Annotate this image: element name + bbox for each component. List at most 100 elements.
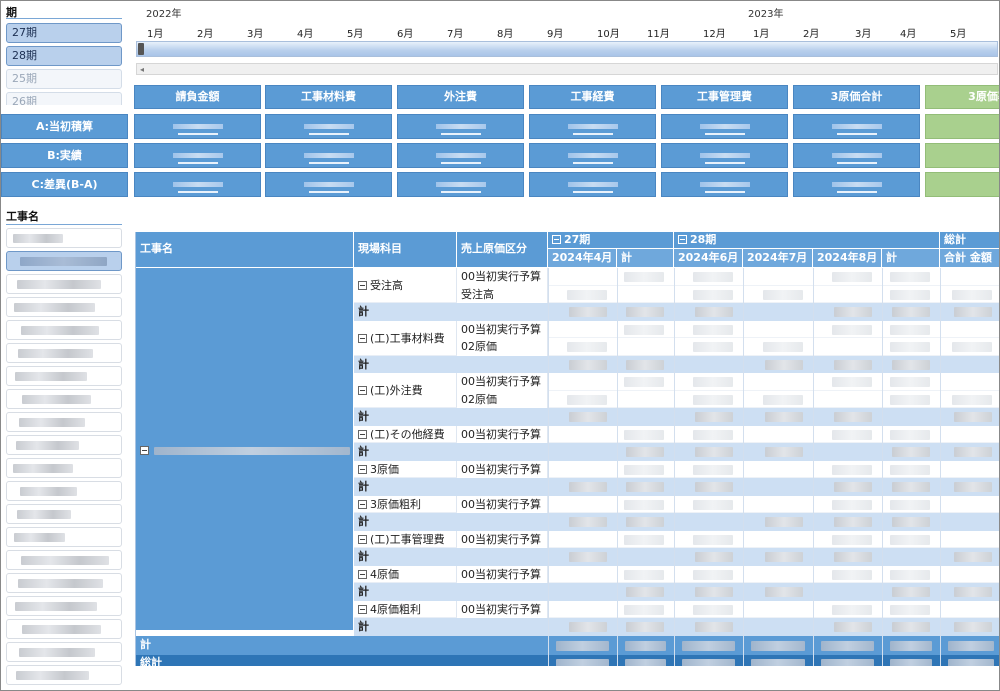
period-item[interactable]: 27期 bbox=[6, 23, 122, 43]
genba-group[interactable]: 3原価 bbox=[354, 460, 457, 478]
kouji-item[interactable] bbox=[6, 274, 122, 294]
timeline-month[interactable]: 10月 bbox=[597, 25, 620, 40]
collapse-icon[interactable] bbox=[678, 235, 687, 244]
kouji-item[interactable] bbox=[6, 527, 122, 547]
value-redacted bbox=[624, 499, 664, 510]
kouji-item[interactable] bbox=[6, 619, 122, 639]
collapse-icon[interactable] bbox=[140, 446, 149, 455]
subtotal-redacted bbox=[626, 482, 664, 492]
kpi-value-cell bbox=[925, 172, 999, 197]
timeline-month[interactable]: 4月 bbox=[297, 25, 313, 40]
kpi-value-cell bbox=[265, 172, 392, 197]
kouji-item[interactable] bbox=[6, 366, 122, 386]
kouji-item[interactable] bbox=[6, 665, 122, 685]
scroll-left-arrow-icon[interactable]: ◂ bbox=[140, 65, 144, 74]
kouji-item[interactable] bbox=[6, 550, 122, 570]
kpi-value-underline bbox=[440, 133, 481, 135]
timeline-month[interactable]: 9月 bbox=[547, 25, 563, 40]
kouji-item[interactable] bbox=[6, 435, 122, 455]
collapse-icon[interactable] bbox=[358, 604, 367, 614]
kouji-item[interactable] bbox=[6, 389, 122, 409]
subtotal-redacted bbox=[765, 517, 803, 527]
value-row bbox=[548, 373, 999, 391]
timeline-month[interactable]: 1月 bbox=[147, 25, 163, 40]
value-redacted bbox=[832, 534, 872, 545]
period-item[interactable]: 28期 bbox=[6, 46, 122, 66]
value-redacted bbox=[693, 499, 733, 510]
collapse-icon[interactable] bbox=[552, 235, 561, 244]
genba-group[interactable]: 4原価粗利 bbox=[354, 600, 457, 618]
timeline-month[interactable]: 11月 bbox=[647, 25, 670, 40]
kouji-item[interactable] bbox=[6, 642, 122, 662]
kpi-value-cell bbox=[397, 143, 524, 168]
kouji-item[interactable] bbox=[6, 343, 122, 363]
kouji-item[interactable] bbox=[6, 297, 122, 317]
timeline-month[interactable]: 2月 bbox=[803, 25, 819, 40]
kpi-value-underline bbox=[308, 162, 349, 164]
timeline-month[interactable]: 8月 bbox=[497, 25, 513, 40]
timeline-month[interactable]: 3月 bbox=[247, 25, 263, 40]
timeline-month[interactable]: 7月 bbox=[447, 25, 463, 40]
kouji-item[interactable] bbox=[6, 458, 122, 478]
collapse-icon[interactable] bbox=[358, 534, 367, 544]
timeline-month[interactable]: 5月 bbox=[950, 25, 966, 40]
kpi-value-underline bbox=[177, 162, 218, 164]
timeline-range-bar[interactable] bbox=[136, 41, 998, 57]
column-divider bbox=[617, 268, 618, 666]
collapse-icon[interactable] bbox=[358, 333, 367, 343]
kpi-value-underline bbox=[572, 162, 613, 164]
collapse-icon[interactable] bbox=[358, 386, 367, 395]
genba-group[interactable]: (工)その他経費 bbox=[354, 425, 457, 443]
timeline-scrollbar[interactable]: ◂ bbox=[136, 63, 998, 75]
collapse-icon[interactable] bbox=[358, 569, 367, 579]
timeline-month[interactable]: 6月 bbox=[397, 25, 413, 40]
timeline-month[interactable]: 1月 bbox=[753, 25, 769, 40]
value-redacted bbox=[693, 569, 733, 580]
timeline-range-handle[interactable] bbox=[138, 43, 144, 55]
collapse-icon[interactable] bbox=[358, 499, 367, 509]
genba-group[interactable]: 受注高 bbox=[354, 268, 457, 303]
value-redacted bbox=[890, 499, 930, 510]
header-period-27[interactable]: 27期 bbox=[548, 232, 674, 249]
kpi-value-redacted bbox=[831, 124, 882, 129]
kpi-value-cell bbox=[661, 172, 788, 197]
collapse-icon[interactable] bbox=[358, 464, 367, 474]
timeline-month[interactable]: 3月 bbox=[855, 25, 871, 40]
timeline-month[interactable]: 4月 bbox=[900, 25, 916, 40]
value-redacted bbox=[693, 464, 733, 475]
header-period-28[interactable]: 28期 bbox=[674, 232, 940, 249]
kouji-item[interactable] bbox=[6, 320, 122, 340]
value-redacted bbox=[567, 289, 607, 300]
kpi-value-cell bbox=[134, 143, 261, 168]
genba-group[interactable]: (工)工事管理費 bbox=[354, 530, 457, 548]
timeline-month[interactable]: 5月 bbox=[347, 25, 363, 40]
kubun-cell: 00当初実行予算 bbox=[457, 373, 548, 391]
timeline-month[interactable]: 2月 bbox=[197, 25, 213, 40]
subtotal-redacted bbox=[569, 622, 607, 632]
kubun-cell: 00当初実行予算 bbox=[457, 600, 548, 618]
subtotal-redacted bbox=[892, 587, 930, 597]
genba-group[interactable]: 4原価 bbox=[354, 565, 457, 583]
kouji-item[interactable] bbox=[6, 251, 122, 271]
collapse-icon[interactable] bbox=[358, 429, 367, 439]
value-redacted bbox=[693, 394, 733, 405]
kouji-item[interactable] bbox=[6, 596, 122, 616]
value-redacted bbox=[567, 394, 607, 405]
collapse-icon[interactable] bbox=[358, 281, 367, 290]
kouji-item[interactable] bbox=[6, 573, 122, 593]
header-subcolumn: 2024年4月 bbox=[548, 249, 617, 268]
kouji-item[interactable] bbox=[6, 412, 122, 432]
genba-group[interactable]: (工)工事材料費 bbox=[354, 320, 457, 356]
kouji-item[interactable] bbox=[6, 228, 122, 248]
genba-group[interactable]: 3原価粗利 bbox=[354, 495, 457, 513]
kouji-item[interactable] bbox=[6, 481, 122, 501]
subtotal-redacted bbox=[954, 622, 992, 632]
kpi-row-header: C:差異(B-A) bbox=[1, 172, 128, 197]
kouji-item-redacted bbox=[16, 671, 89, 680]
timeline-month[interactable]: 12月 bbox=[703, 25, 726, 40]
value-redacted bbox=[832, 377, 872, 387]
kouji-item[interactable] bbox=[6, 504, 122, 524]
subtotal-redacted bbox=[569, 552, 607, 562]
genba-group[interactable]: (工)外注費 bbox=[354, 373, 457, 408]
kpi-value-cell bbox=[265, 143, 392, 168]
